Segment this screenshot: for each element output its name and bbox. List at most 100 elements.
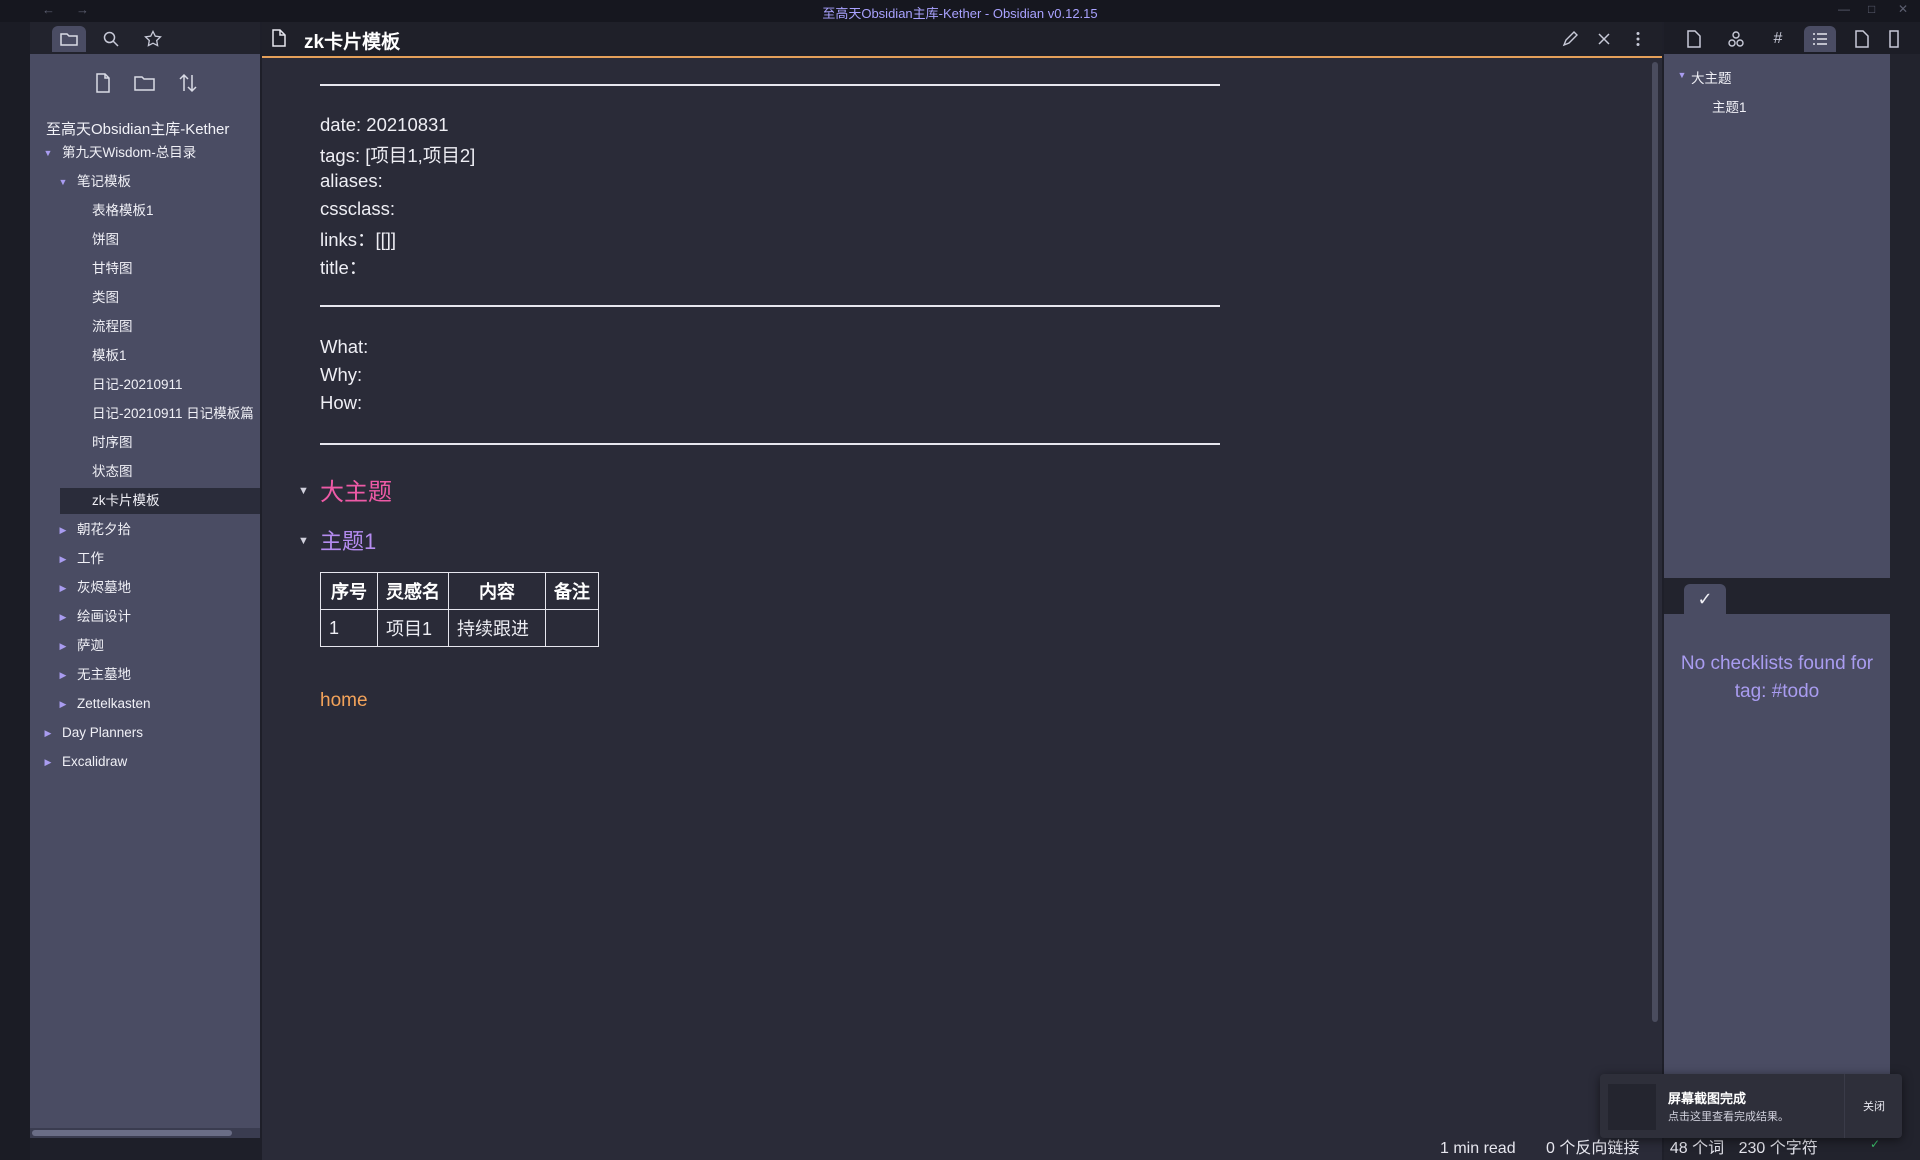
extra-tab[interactable] [1884,26,1904,52]
table-header-row: 序号 灵感名 内容 备注 [320,572,599,610]
more-options-button[interactable] [1626,28,1650,50]
frontmatter-cssclass[interactable]: cssclass: [320,198,395,220]
collapse-arrow-icon[interactable]: ▼ [1676,62,1688,88]
close-pane-button[interactable] [1592,28,1616,50]
starred-tab[interactable] [136,26,170,52]
frontmatter-date[interactable]: date: 20210831 [320,114,449,136]
table-header-cell[interactable]: 序号 [320,572,378,610]
file-explorer-tab[interactable] [52,26,86,52]
table-header-cell[interactable]: 内容 [448,572,546,610]
checklist-tab[interactable]: ✓ [1684,584,1726,614]
expanded-arrow-icon[interactable]: ▼ [57,169,69,195]
close-window-button[interactable]: ✕ [1898,2,1908,16]
graph-tab[interactable] [1720,26,1752,52]
search-tab[interactable] [94,26,128,52]
question-why[interactable]: Why: [320,364,362,386]
scrollbar-thumb[interactable] [32,1130,232,1136]
home-link[interactable]: home [320,690,368,712]
sort-button[interactable] [173,68,203,98]
tree-item-label: 灰烬墓地 [77,580,131,595]
file-tree-item[interactable]: 甘特图 [30,256,260,282]
outline-tab[interactable] [1804,26,1836,52]
folder-tree-item[interactable]: ▶ 工作 [30,546,260,572]
folder-tree-item[interactable]: ▶ 萨迦 [30,633,260,659]
new-note-button[interactable] [88,68,118,98]
collapsed-arrow-icon[interactable]: ▶ [57,662,69,688]
file-tree-item[interactable]: 日记-20210911 日记模板篇 [30,401,260,427]
folder-tree-item[interactable]: ▶ 无主墓地 [30,662,260,688]
new-folder-button[interactable] [130,68,160,98]
notification-title: 屏幕截图完成 [1668,1091,1747,1106]
table-header-cell[interactable]: 灵感名 [377,572,449,610]
collapsed-arrow-icon[interactable]: ▶ [57,604,69,630]
no-checklists-message: No checklists found for tag: #todo [1680,653,1874,702]
new-folder-icon [134,76,155,91]
table-cell[interactable] [545,609,599,647]
file-tree-item[interactable]: zk卡片模板 [60,488,260,514]
close-icon [1598,33,1610,45]
vertical-scrollbar[interactable] [1652,62,1658,1022]
vault-name[interactable]: 至高天Obsidian主库-Kether [46,118,229,139]
backlink-count[interactable]: 0 个反向链接 [1546,1140,1639,1157]
edit-mode-button[interactable] [1558,28,1582,50]
folder-tree-item[interactable]: ▶ 绘画设计 [30,604,260,630]
notification-close-button[interactable]: 关闭 [1844,1074,1903,1138]
folder-tree-item[interactable]: ▶ Day Planners [30,720,260,746]
collapsed-arrow-icon[interactable]: ▶ [57,575,69,601]
heading-1[interactable]: 大主题 [320,472,392,507]
pencil-icon [1562,31,1578,47]
outline-item[interactable]: 大主题 [1691,67,1732,87]
collapsed-arrow-icon[interactable]: ▶ [57,633,69,659]
collapsed-arrow-icon[interactable]: ▶ [57,691,69,717]
folder-tree-item[interactable]: ▶ Excalidraw [30,749,260,775]
note-title[interactable]: zk卡片模板 [304,27,400,54]
collapsed-arrow-icon[interactable]: ▶ [57,517,69,543]
table-header-cell[interactable]: 备注 [545,572,599,610]
file-tree-item[interactable]: 类图 [30,285,260,311]
frontmatter-tags[interactable]: tags: [项目1,项目2] [320,142,475,168]
folder-tree-item[interactable]: ▼ 笔记模板 [30,169,260,195]
question-what[interactable]: What: [320,336,368,358]
outline-item[interactable]: 主题1 [1712,96,1747,116]
file-tree-item[interactable]: 状态图 [30,459,260,485]
file-tree-item[interactable]: 流程图 [30,314,260,340]
folder-tree-item[interactable]: ▶ 朝花夕拾 [30,517,260,543]
frontmatter-title[interactable]: title： [320,254,367,280]
tree-item-label: Zettelkasten [77,696,151,711]
graph-icon [1728,31,1744,47]
table-row: 1 项目1 持续跟进 [320,609,599,647]
horizontal-scrollbar[interactable] [30,1128,260,1138]
frontmatter-aliases[interactable]: aliases: [320,170,383,192]
collapsed-arrow-icon[interactable]: ▶ [57,546,69,572]
table-cell[interactable]: 1 [320,609,378,647]
expanded-arrow-icon[interactable]: ▼ [42,140,54,166]
right-sidebar-tabs: # [1664,22,1920,54]
folder-tree-item[interactable]: ▼ 第九天Wisdom-总目录 [30,140,260,166]
tree-item-label: 工作 [77,551,104,566]
folder-tree-item[interactable]: ▶ 灰烬墓地 [30,575,260,601]
heading-2[interactable]: 主题1 [320,524,376,556]
collapsed-arrow-icon[interactable]: ▶ [42,749,54,775]
table-cell[interactable]: 项目1 [377,609,449,647]
file-tree-item[interactable]: 时序图 [30,430,260,456]
file-tree-item[interactable]: 日记-20210911 [30,372,260,398]
file-tree-item[interactable]: 表格模板1 [30,198,260,224]
frontmatter-links[interactable]: links：[[]] [320,226,396,252]
sync-status-icon[interactable]: ✓ [1870,1137,1880,1151]
question-how[interactable]: How: [320,392,362,414]
maximize-button[interactable]: □ [1868,2,1875,16]
left-sidebar-tabs [30,22,260,54]
folder-tree-item[interactable]: ▶ Zettelkasten [30,691,260,717]
minimize-button[interactable]: — [1838,2,1850,16]
collapsed-arrow-icon[interactable]: ▶ [42,720,54,746]
fold-toggle-icon[interactable]: ▼ [298,535,309,547]
table-cell[interactable]: 持续跟进 [448,609,546,647]
file-tree-item[interactable]: 模板1 [30,343,260,369]
fold-toggle-icon[interactable]: ▼ [298,485,309,497]
tree-item-label: 笔记模板 [77,174,131,189]
backlinks-tab[interactable] [1678,26,1710,52]
tags-tab[interactable]: # [1762,26,1794,52]
file-info-tab[interactable] [1846,26,1878,52]
file-tree-item[interactable]: 饼图 [30,227,260,253]
screenshot-notification[interactable]: 屏幕截图完成 点击这里查看完成结果。 关闭 [1600,1074,1902,1138]
